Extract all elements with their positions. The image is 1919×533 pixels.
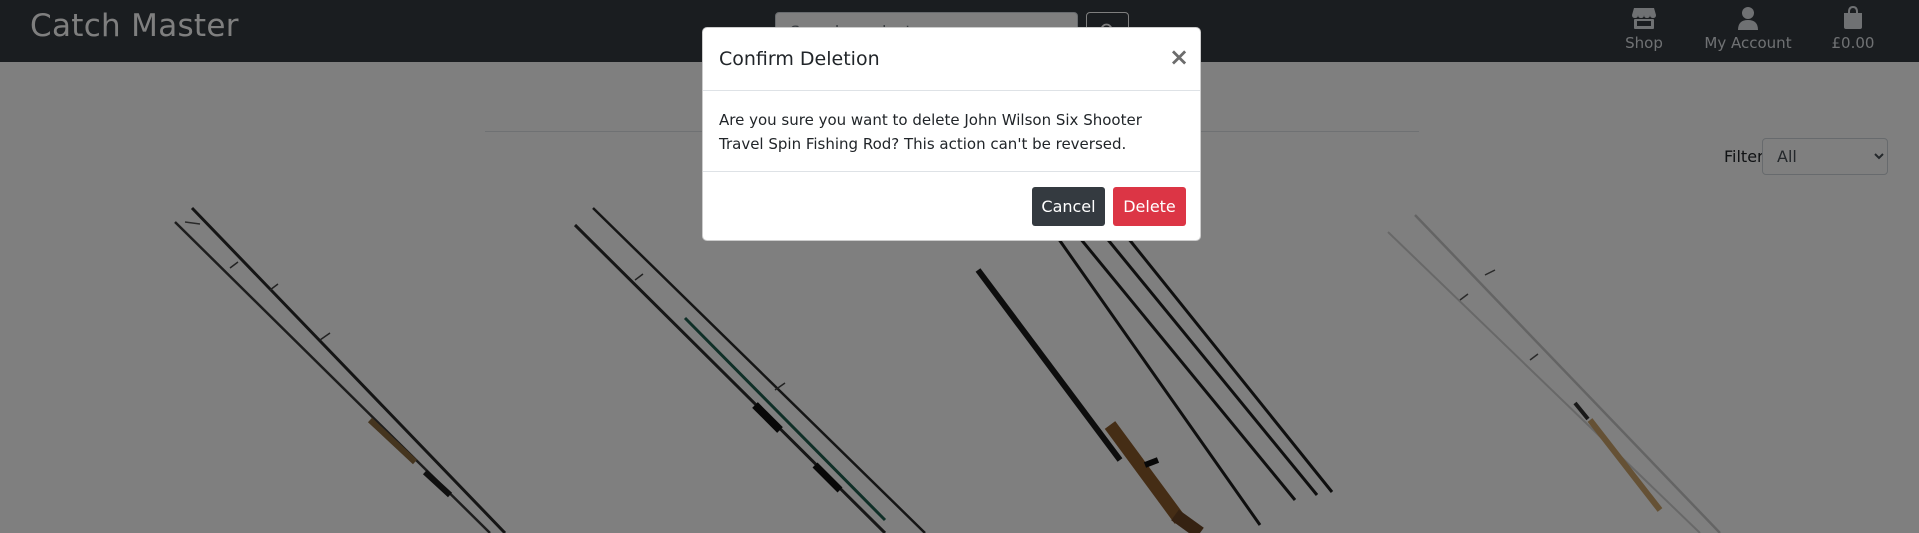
close-icon[interactable]: × <box>1169 45 1189 69</box>
delete-button[interactable]: Delete <box>1113 187 1186 226</box>
modal-footer: Cancel Delete <box>703 171 1200 241</box>
confirm-delete-modal: Confirm Deletion × Are you sure you want… <box>702 27 1201 241</box>
modal-body-text: Are you sure you want to delete John Wil… <box>719 111 1142 153</box>
modal-header: Confirm Deletion × <box>703 28 1200 91</box>
modal-title: Confirm Deletion <box>719 48 880 70</box>
cancel-button[interactable]: Cancel <box>1032 187 1105 226</box>
